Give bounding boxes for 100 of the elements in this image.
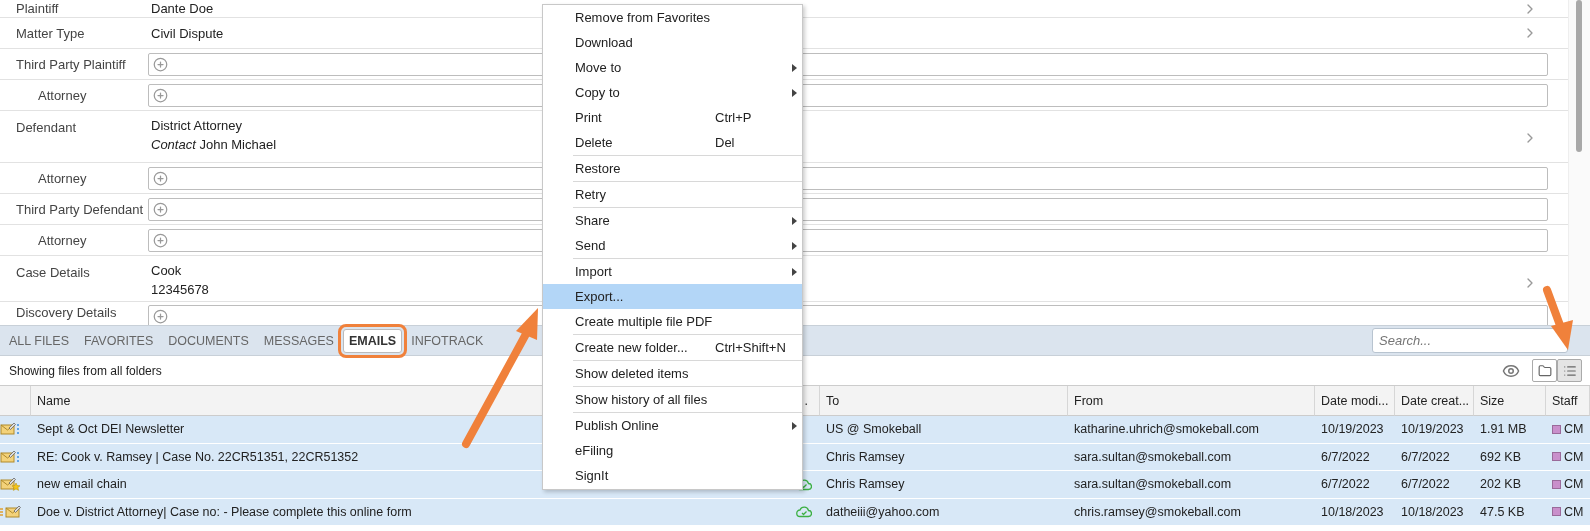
add-icon[interactable] [153,170,168,186]
field-label: Attorney [37,170,88,186]
tab[interactable]: DOCUMENTS [162,328,255,353]
menu-item[interactable]: Delete Del [543,130,802,155]
table-cell: 10/18/2023 [1395,498,1474,526]
field-label: Discovery Details [15,305,118,320]
column-header[interactable]: To [820,386,1068,416]
list-icon [1562,363,1577,378]
submenu-arrow-icon [792,422,797,430]
annotation-arrow [1543,286,1573,350]
table-cell: sara.sultan@smokeball.com [1068,443,1315,471]
submenu-arrow-icon [792,89,797,97]
field-label: Case Details [15,264,91,280]
menu-item[interactable]: Show history of all files [543,387,802,412]
staff-initials: CM [1564,449,1584,464]
column-header[interactable]: Date creat... [1395,386,1474,416]
field-label: Attorney [37,87,88,103]
field-value: Civil Dispute [151,25,224,41]
field-value: 12345678 [151,282,209,297]
list-view-button[interactable] [1557,359,1582,382]
table-cell: Doe v. District Attorney| Case no: - Please complete this online form [31,498,790,526]
field-label: Defendant [15,119,77,135]
menu-item-label: Share [575,213,611,228]
menu-item[interactable]: Copy to [543,80,802,105]
menu-item-label: Create new folder... [575,340,689,355]
table-cell: datheiii@yahoo.com [820,498,1068,526]
menu-item[interactable]: Show deleted items [543,361,802,386]
table-cell: 6/7/2022 [1315,471,1395,499]
menu-item[interactable]: Import [543,259,802,284]
table-cell: 47.5 KB [1474,498,1546,526]
scrollbar[interactable] [1568,0,1590,325]
column-header[interactable]: Staff [1546,386,1590,416]
email-icon [0,422,22,437]
column-header[interactable]: Size [1474,386,1546,416]
table-cell: sara.sultan@smokeball.com [1068,471,1315,499]
menu-item-label: Show deleted items [575,366,690,381]
staff-initials: CM [1564,504,1584,519]
table-cell: 1.91 MB [1474,416,1546,444]
table-cell: 202 KB [1474,471,1546,499]
scrollbar-thumb[interactable] [1576,0,1582,152]
staff-initials: CM [1564,477,1584,492]
menu-item-label: Download [575,35,634,50]
menu-item[interactable]: Print Ctrl+P [543,105,802,130]
column-header[interactable]: From [1068,386,1315,416]
staff-initials: CM [1564,422,1584,437]
menu-item[interactable]: Share [543,208,802,233]
menu-item[interactable]: Download [543,30,802,55]
add-icon[interactable] [153,56,168,72]
tab[interactable]: INFOTRACK [405,328,490,353]
table-cell: 6/7/2022 [1315,443,1395,471]
table-cell: 10/19/2023 [1395,416,1474,444]
search-field[interactable]: Search... [1372,328,1568,353]
menu-item-label: Show history of all files [575,392,709,407]
add-icon[interactable] [153,232,168,248]
menu-item[interactable]: SignIt [543,463,802,488]
table-cell: Chris Ramsey [820,443,1068,471]
shortcut-text: Ctrl+P [715,110,752,125]
menu-item[interactable]: Send [543,233,802,258]
tab[interactable]: FAVORITES [78,328,160,353]
menu-item-label: Publish Online [575,418,660,433]
folder-info-text: Showing files from all folders [9,363,162,378]
table-cell: 10/19/2023 [1315,416,1395,444]
submenu-arrow-icon [792,268,797,276]
menu-item[interactable]: eFiling [543,438,802,463]
menu-item[interactable]: Restore [543,156,802,181]
email-icon [0,449,22,464]
tab[interactable]: MESSAGES [257,328,340,353]
menu-item-label: eFiling [575,443,615,458]
menu-item-label: Copy to [575,85,621,100]
field-label: Matter Type [15,25,86,41]
submenu-arrow-icon [792,64,797,72]
menu-item-label: Export... [575,289,625,304]
submenu-arrow-icon [792,217,797,225]
field-label: Attorney [37,232,88,248]
tab[interactable]: ALL FILES [3,328,75,353]
menu-item[interactable]: Remove from Favorites [543,5,802,30]
email-star-icon [0,477,22,492]
add-icon[interactable] [153,309,168,324]
field-value: Dante Doe [151,1,214,16]
cloud-check-icon [796,505,812,519]
menu-item-label: Create multiple file PDF [575,314,714,329]
field-label: Plaintiff [15,1,60,16]
field-label: Third Party Plaintiff [15,56,127,72]
menu-item[interactable]: Move to [543,55,802,80]
table-cell: 6/7/2022 [1395,443,1474,471]
field-value: Cook [151,263,182,278]
menu-item[interactable]: Retry [543,182,802,207]
column-header[interactable]: Date modi... [1315,386,1395,416]
menu-item[interactable]: Create multiple file PDF [543,309,802,334]
field-value: Contact John Michael [151,137,277,152]
folder-view-button[interactable] [1532,359,1557,382]
add-icon[interactable] [153,87,168,103]
menu-item[interactable]: Export... [543,284,802,309]
table-cell: chris.ramsey@smokeball.com [1068,498,1315,526]
menu-item-label: Remove from Favorites [575,10,712,25]
table-cell: 10/18/2023 [1315,498,1395,526]
menu-item[interactable]: Create new folder... Ctrl+Shift+N [543,335,802,360]
shortcut-text: Ctrl+Shift+N [715,340,786,355]
menu-item[interactable]: Publish Online [543,413,802,438]
add-icon[interactable] [153,201,168,217]
